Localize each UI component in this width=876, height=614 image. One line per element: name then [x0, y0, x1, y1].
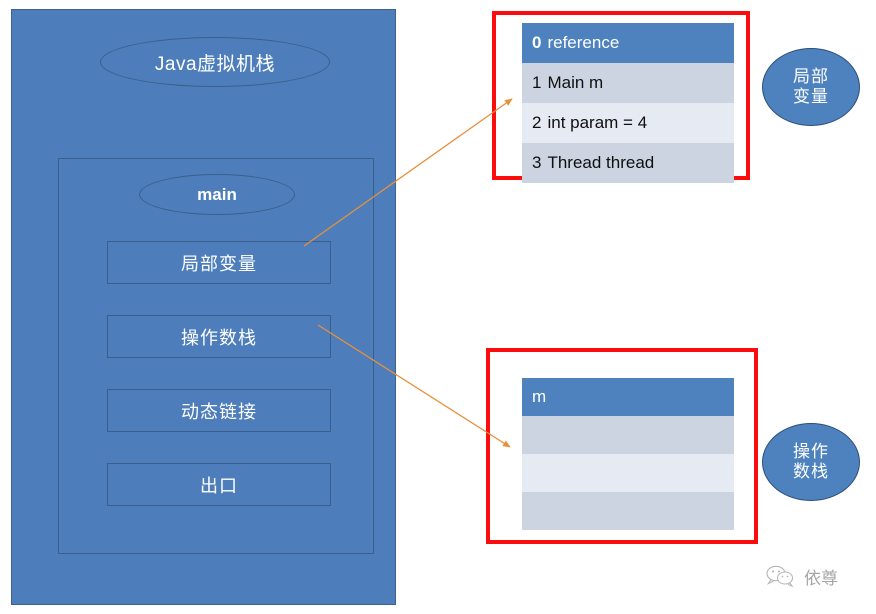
diagram-canvas: Java虚拟机栈 main 局部变量 操作数栈 动态链接 出口 0 refere… — [0, 0, 876, 614]
slot-index: 3 — [532, 153, 542, 172]
slot-value: int param = 4 — [547, 113, 648, 132]
slot-value: Main m — [547, 73, 604, 92]
operand-stack-table-highlight: m — [486, 348, 758, 544]
slot-index: 2 — [532, 113, 542, 132]
watermark: 依尊 — [764, 559, 868, 593]
table-row: 3 Thread thread — [522, 143, 734, 183]
jvm-stack-title-ellipse: Java虚拟机栈 — [100, 37, 330, 87]
slot-value: Thread thread — [547, 153, 655, 172]
frame-slot-operand-stack: 操作数栈 — [107, 315, 331, 358]
callout-operand-stack: 操作 数栈 — [762, 423, 860, 501]
callout-line-1: 局部 — [793, 66, 829, 86]
frame-slot-label: 操作数栈 — [181, 327, 257, 348]
callout-line-2: 变量 — [793, 87, 829, 106]
local-variable-table: 0 reference 1 Main m 2 int param = 4 3 T… — [522, 23, 734, 183]
callout-line-1: 操作 — [793, 441, 829, 461]
frame-slot-label: 局部变量 — [181, 253, 257, 274]
slot-value: reference — [547, 33, 620, 52]
stack-frame-box: main 局部变量 操作数栈 动态链接 出口 — [58, 158, 374, 554]
stack-value: m — [532, 387, 547, 406]
slot-index: 1 — [532, 73, 542, 92]
jvm-stack-panel: Java虚拟机栈 main 局部变量 操作数栈 动态链接 出口 — [11, 9, 396, 605]
slot-index: 0 — [532, 33, 542, 52]
operand-stack-table: m — [522, 378, 734, 530]
frame-slot-label: 出口 — [200, 475, 238, 496]
local-variable-table-highlight: 0 reference 1 Main m 2 int param = 4 3 T… — [492, 11, 750, 183]
table-header-row: 0 reference — [522, 23, 734, 63]
table-header-row: m — [522, 378, 734, 416]
frame-slot-label: 动态链接 — [181, 401, 257, 422]
table-row — [522, 492, 734, 530]
frame-slot-local-variables: 局部变量 — [107, 241, 331, 284]
frame-slot-dynamic-linking: 动态链接 — [107, 389, 331, 432]
watermark-text: 依尊 — [804, 568, 838, 588]
callout-local-variable: 局部 变量 — [762, 48, 860, 126]
wechat-icon — [766, 565, 794, 588]
callout-line-2: 数栈 — [793, 462, 829, 481]
table-row: 2 int param = 4 — [522, 103, 734, 143]
table-row — [522, 454, 734, 492]
frame-slot-return-address: 出口 — [107, 463, 331, 506]
main-frame-ellipse: main — [139, 174, 295, 215]
table-row — [522, 416, 734, 454]
jvm-stack-title-label: Java虚拟机栈 — [154, 53, 276, 75]
table-row: 1 Main m — [522, 63, 734, 103]
main-frame-label: main — [197, 184, 237, 204]
